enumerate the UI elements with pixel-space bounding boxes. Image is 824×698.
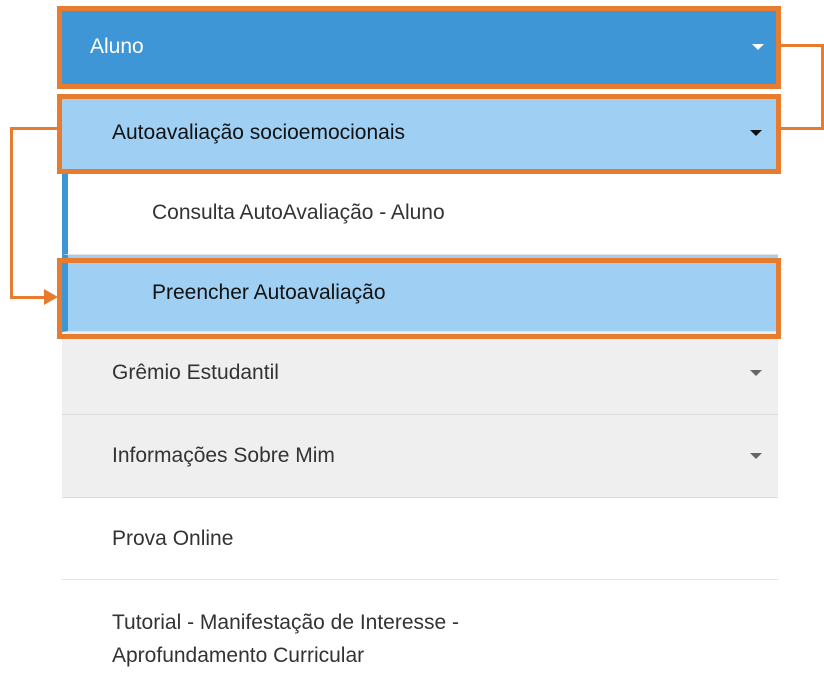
menu-item-autoavaliacao[interactable]: Autoavaliação socioemocionais: [62, 94, 778, 172]
page: Aluno Autoavaliação socioemocionais Cons…: [0, 0, 824, 698]
annotation-connector: [778, 44, 824, 47]
menu-item-tutorial-line2: Aprofundamento Curricular: [112, 644, 365, 667]
submenu-item-preencher[interactable]: Preencher Autoavaliação: [62, 255, 778, 332]
submenu-item-preencher-label: Preencher Autoavaliação: [152, 281, 386, 304]
menu-item-gremio[interactable]: Grêmio Estudantil: [62, 332, 778, 415]
caret-down-icon: [750, 453, 762, 459]
menu-item-prova-online[interactable]: Prova Online: [62, 498, 778, 580]
sidebar-menu: Aluno Autoavaliação socioemocionais Cons…: [62, 10, 778, 692]
annotation-connector: [10, 127, 60, 130]
menu-item-aluno[interactable]: Aluno: [62, 10, 778, 84]
annotation-connector: [778, 127, 824, 130]
arrow-right-icon: [44, 289, 58, 305]
menu-item-gremio-label: Grêmio Estudantil: [112, 361, 279, 384]
menu-item-informacoes[interactable]: Informações Sobre Mim: [62, 415, 778, 498]
annotation-connector: [10, 127, 13, 299]
menu-item-tutorial[interactable]: Tutorial - Manifestação de Interesse - A…: [62, 580, 778, 692]
menu-item-aluno-label: Aluno: [90, 35, 144, 58]
caret-down-icon: [750, 130, 762, 136]
submenu-item-consulta[interactable]: Consulta AutoAvaliação - Aluno: [62, 172, 778, 255]
caret-down-icon: [752, 44, 764, 50]
annotation-connector: [10, 296, 46, 299]
menu-item-informacoes-label: Informações Sobre Mim: [112, 444, 335, 467]
menu-item-autoavaliacao-label: Autoavaliação socioemocionais: [112, 121, 406, 144]
menu-item-prova-online-label: Prova Online: [112, 526, 234, 550]
menu-item-tutorial-line1: Tutorial - Manifestação de Interesse -: [112, 611, 460, 634]
menu-item-tutorial-label: Tutorial - Manifestação de Interesse - A…: [112, 606, 459, 672]
caret-down-icon: [750, 370, 762, 376]
submenu-item-consulta-label: Consulta AutoAvaliação - Aluno: [152, 201, 445, 224]
